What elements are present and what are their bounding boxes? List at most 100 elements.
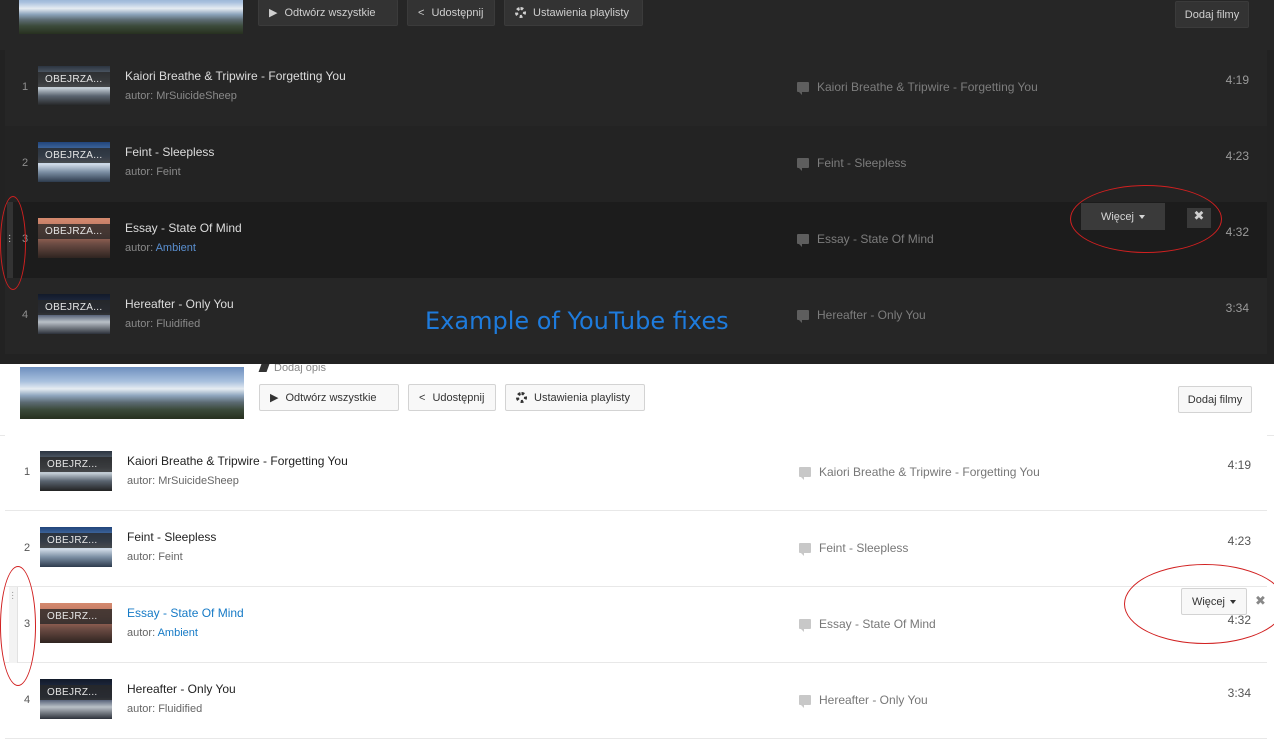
video-note[interactable]: Hereafter - Only You xyxy=(799,693,928,708)
comment-icon xyxy=(797,158,809,171)
video-duration: 4:32 xyxy=(1227,613,1251,627)
author-name[interactable]: Feint xyxy=(156,166,180,178)
watched-badge: OBEJRZA... xyxy=(38,148,110,163)
comment-icon xyxy=(797,310,809,323)
comment-icon xyxy=(799,467,811,480)
video-note[interactable]: Feint - Sleepless xyxy=(797,156,906,171)
watched-badge: OBEJRZA... xyxy=(38,72,110,87)
caret-down-icon xyxy=(1139,214,1145,219)
row-index: 2 xyxy=(21,157,29,169)
video-thumbnail[interactable]: OBEJRZA... xyxy=(38,294,110,334)
video-author: autor: Feint xyxy=(127,551,183,563)
table-row[interactable]: · · · 3 OBEJRZ... Essay - State Of Mind au… xyxy=(5,587,1267,663)
table-row[interactable]: 1 OBEJRZ... Kaiori Breathe & Tripwire - … xyxy=(5,435,1267,511)
video-author: autor: Ambient xyxy=(127,627,198,639)
play-icon: ▶ xyxy=(269,7,278,19)
share-icon: < xyxy=(419,391,426,404)
video-author: autor: MrSuicideSheep xyxy=(127,475,239,487)
row-index: 1 xyxy=(23,466,31,478)
video-note[interactable]: Kaiori Breathe & Tripwire - Forgetting Y… xyxy=(799,465,1040,480)
playlist-settings-button[interactable]: Ustawienia playlisty xyxy=(504,0,643,26)
watched-badge: OBEJRZA... xyxy=(38,224,110,239)
video-note[interactable]: Hereafter - Only You xyxy=(797,308,926,323)
row-index: 1 xyxy=(21,81,29,93)
video-author: autor: Fluidified xyxy=(127,703,203,715)
video-thumbnail[interactable]: OBEJRZA... xyxy=(38,142,110,182)
share-button[interactable]: < Udostępnij xyxy=(408,384,496,411)
video-title[interactable]: Kaiori Breathe & Tripwire - Forgetting Y… xyxy=(127,454,348,468)
playlist-header: Dodaj opis ▶ Odtwórz wszystkie < Udostęp… xyxy=(0,364,1274,436)
table-row[interactable]: 1 OBEJRZA... Kaiori Breathe & Tripwire -… xyxy=(5,50,1267,126)
row-index: 4 xyxy=(23,694,31,706)
table-row[interactable]: 2 OBEJRZA... Feint - Sleepless autor: Fe… xyxy=(5,126,1267,202)
add-videos-button[interactable]: Dodaj filmy xyxy=(1178,386,1252,413)
video-note[interactable]: Feint - Sleepless xyxy=(799,541,908,556)
comment-icon xyxy=(797,234,809,247)
comment-icon xyxy=(799,543,811,556)
author-link[interactable]: Ambient xyxy=(158,627,198,639)
author-name[interactable]: MrSuicideSheep xyxy=(156,90,237,102)
video-duration: 4:32 xyxy=(1225,225,1249,239)
author-link[interactable]: Ambient xyxy=(156,242,196,254)
video-note[interactable]: Essay - State Of Mind xyxy=(797,232,934,247)
more-button[interactable]: Więcej xyxy=(1081,203,1165,230)
video-author: autor: Ambient xyxy=(125,242,196,254)
drag-handle[interactable]: · · · xyxy=(9,587,18,663)
video-note[interactable]: Kaiori Breathe & Tripwire - Forgetting Y… xyxy=(797,80,1038,95)
caret-down-icon xyxy=(1230,599,1236,604)
watched-badge: OBEJRZ... xyxy=(40,533,112,548)
author-name[interactable]: MrSuicideSheep xyxy=(158,475,239,487)
light-theme-playlist: Dodaj opis ▶ Odtwórz wszystkie < Udostęp… xyxy=(0,364,1274,750)
table-row[interactable]: · · · 3 OBEJRZA... Essay - State Of Mind a… xyxy=(5,202,1267,278)
watched-badge: OBEJRZ... xyxy=(40,457,112,472)
comment-icon xyxy=(799,695,811,708)
video-author: autor: MrSuicideSheep xyxy=(125,90,237,102)
author-name[interactable]: Fluidified xyxy=(156,318,200,330)
pencil-icon xyxy=(258,364,270,373)
drag-handle[interactable]: · · · xyxy=(7,202,13,278)
more-button[interactable]: Więcej xyxy=(1181,588,1247,615)
comment-icon xyxy=(799,619,811,632)
drag-dots-icon: · · · xyxy=(8,230,12,247)
video-title[interactable]: Feint - Sleepless xyxy=(127,530,216,544)
watched-badge: OBEJRZ... xyxy=(40,609,112,624)
watched-badge: OBEJRZA... xyxy=(38,300,110,315)
table-row[interactable]: 4 OBEJRZ... Hereafter - Only You autor: … xyxy=(5,663,1267,739)
video-title[interactable]: Kaiori Breathe & Tripwire - Forgetting Y… xyxy=(125,69,346,83)
video-title[interactable]: Essay - State Of Mind xyxy=(127,606,244,620)
video-title[interactable]: Essay - State Of Mind xyxy=(125,221,242,235)
video-thumbnail[interactable]: OBEJRZ... xyxy=(40,679,112,719)
gear-icon xyxy=(515,7,526,18)
video-thumbnail[interactable]: OBEJRZ... xyxy=(40,451,112,491)
video-author: autor: Fluidified xyxy=(125,318,201,330)
drag-dots-icon: · · · xyxy=(11,587,15,604)
playlist-settings-button[interactable]: Ustawienia playlisty xyxy=(505,384,645,411)
video-duration: 3:34 xyxy=(1227,686,1251,700)
video-title[interactable]: Hereafter - Only You xyxy=(125,297,234,311)
video-title[interactable]: Hereafter - Only You xyxy=(127,682,236,696)
video-thumbnail[interactable]: OBEJRZ... xyxy=(40,527,112,567)
add-videos-button[interactable]: Dodaj filmy xyxy=(1175,1,1249,28)
delete-icon[interactable]: ✖ xyxy=(1187,208,1211,228)
playlist-thumbnail[interactable] xyxy=(20,367,244,419)
video-author: autor: Feint xyxy=(125,166,181,178)
add-description-link[interactable]: Dodaj opis xyxy=(258,364,326,374)
video-thumbnail[interactable]: OBEJRZA... xyxy=(38,218,110,258)
share-icon: < xyxy=(418,6,425,19)
video-note[interactable]: Essay - State Of Mind xyxy=(799,617,936,632)
play-all-button[interactable]: ▶ Odtwórz wszystkie xyxy=(259,384,399,411)
video-duration: 4:23 xyxy=(1225,149,1249,163)
playlist-header: ▶ Odtwórz wszystkie < Udostępnij Ustawie… xyxy=(0,0,1274,50)
delete-icon[interactable]: ✖ xyxy=(1255,593,1269,609)
table-row[interactable]: 2 OBEJRZ... Feint - Sleepless autor: Fei… xyxy=(5,511,1267,587)
row-index: 4 xyxy=(21,309,29,321)
video-title[interactable]: Feint - Sleepless xyxy=(125,145,214,159)
video-thumbnail[interactable]: OBEJRZ... xyxy=(40,603,112,643)
comment-icon xyxy=(797,82,809,95)
author-name[interactable]: Feint xyxy=(158,551,182,563)
playlist-thumbnail[interactable] xyxy=(19,0,243,34)
author-name[interactable]: Fluidified xyxy=(158,703,202,715)
video-thumbnail[interactable]: OBEJRZA... xyxy=(38,66,110,106)
play-all-button[interactable]: ▶ Odtwórz wszystkie xyxy=(258,0,398,26)
share-button[interactable]: < Udostępnij xyxy=(407,0,495,26)
